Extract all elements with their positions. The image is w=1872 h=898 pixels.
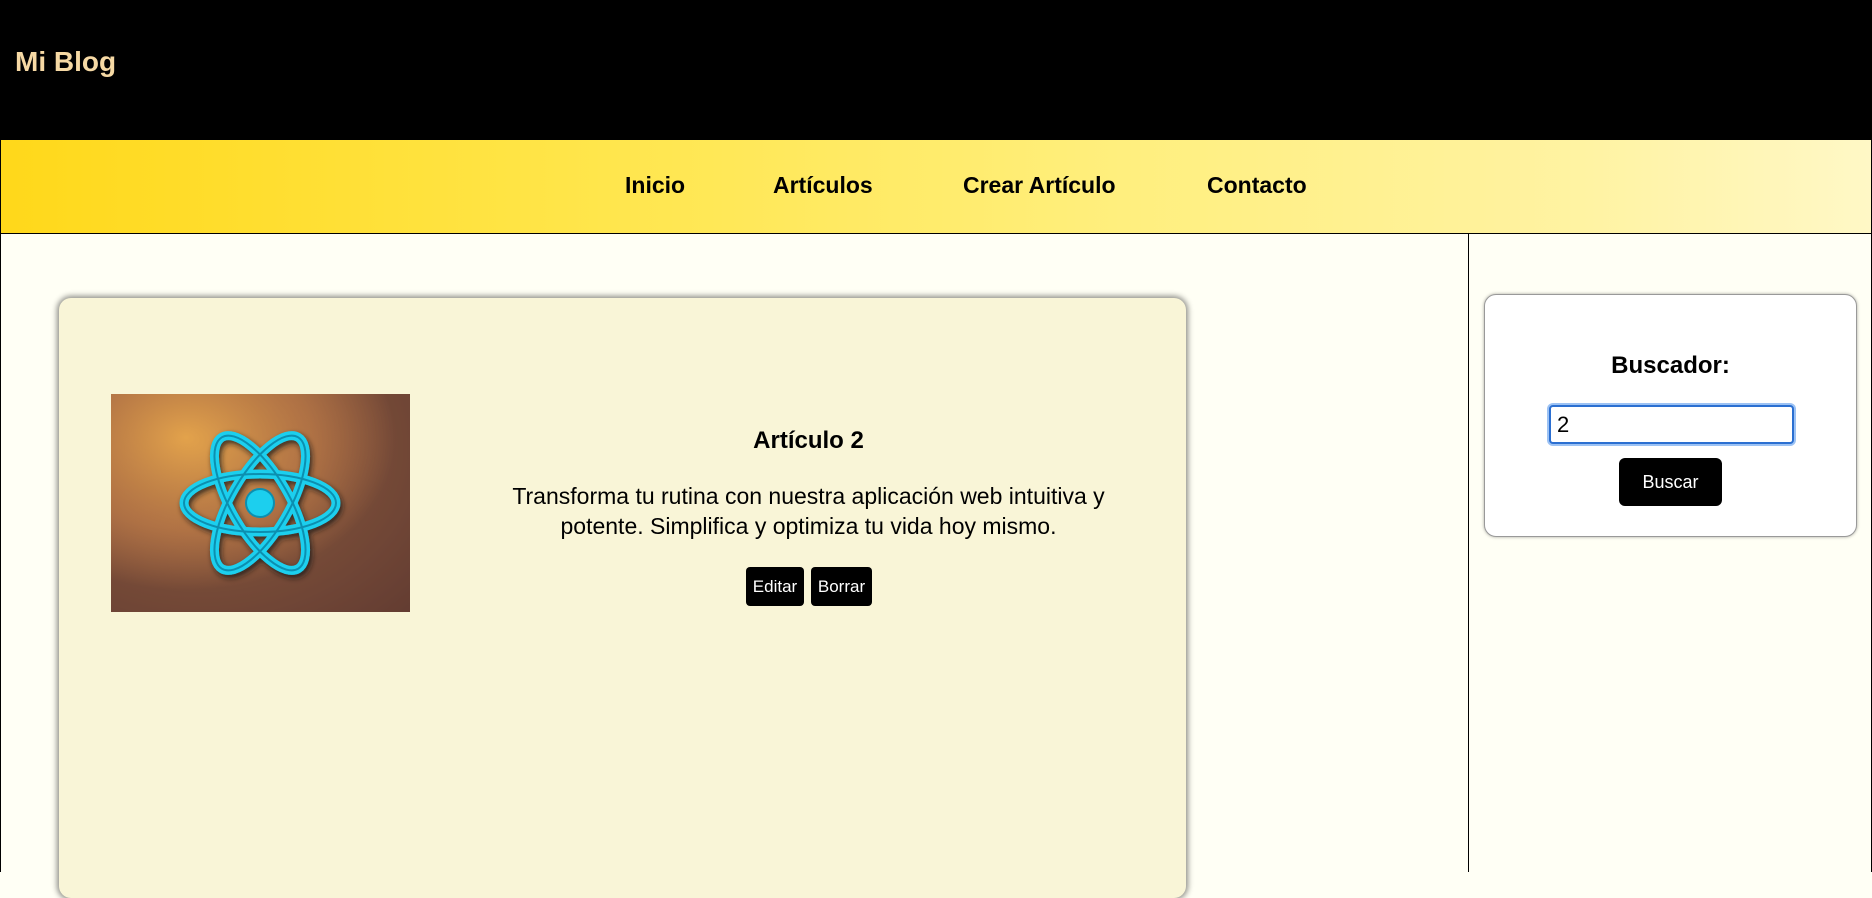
nav-item-articulos[interactable]: Artículos xyxy=(773,174,873,197)
delete-button[interactable]: Borrar xyxy=(811,567,872,606)
article-image xyxy=(111,394,410,612)
nav-item-contacto[interactable]: Contacto xyxy=(1207,174,1307,197)
article-summary: Transforma tu rutina con nuestra aplicac… xyxy=(512,483,1105,539)
search-input[interactable] xyxy=(1549,405,1794,444)
site-title: Mi Blog xyxy=(15,46,117,77)
search-label: Buscador: xyxy=(1611,352,1730,379)
nav-item-inicio[interactable]: Inicio xyxy=(625,174,685,197)
edit-button[interactable]: Editar xyxy=(746,567,804,606)
article-title: Artículo 2 xyxy=(753,427,864,454)
site-header: Mi Blog xyxy=(0,0,1872,139)
search-button[interactable]: Buscar xyxy=(1619,458,1722,506)
nav-item-crear-articulo[interactable]: Crear Artículo xyxy=(963,174,1116,197)
main-nav: Inicio Artículos Crear Artículo Contacto xyxy=(0,139,1872,234)
react-atom-icon xyxy=(111,394,410,612)
